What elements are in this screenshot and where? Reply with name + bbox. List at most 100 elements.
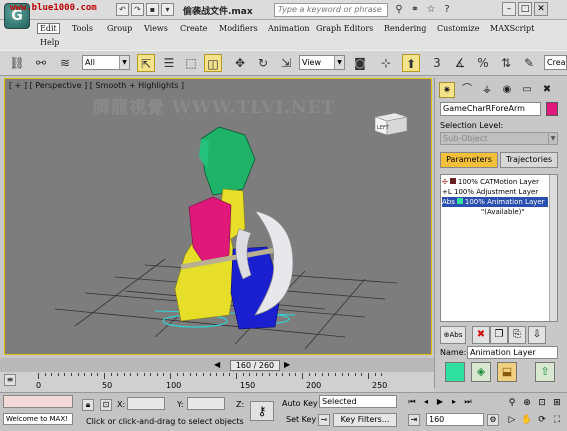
binoculars-icon[interactable]: ⚭ — [408, 3, 422, 17]
link-icon[interactable]: ⛓ — [8, 54, 26, 72]
menu-create[interactable]: Create — [180, 24, 207, 33]
object-color-swatch[interactable] — [546, 102, 558, 116]
rotate-icon[interactable]: ↻ — [254, 54, 272, 72]
zoom-extents-icon[interactable]: ⊡ — [536, 397, 548, 409]
reference-coordinate-dropdown[interactable]: View ▼ — [299, 55, 345, 70]
next-frame-icon[interactable]: ▸ — [448, 396, 460, 408]
move-icon[interactable]: ✥ — [231, 54, 249, 72]
play-icon[interactable]: ▶ — [434, 396, 446, 408]
unlink-icon[interactable]: ⚯ — [32, 54, 50, 72]
lock-selection-icon[interactable]: 🔒︎ — [82, 399, 94, 411]
layer-list[interactable]: ✣ 100% CATMotion Layer +L 100% Adjustment… — [440, 174, 558, 322]
close-button[interactable]: ✕ — [534, 2, 548, 16]
absolute-mode-icon[interactable]: ⊡ — [100, 399, 112, 411]
list-item-selected[interactable]: Abs 100% Animation Layer — [442, 197, 548, 207]
previous-frame-icon[interactable]: ◂ — [420, 396, 432, 408]
maximize-viewport-icon[interactable]: ⛶ — [551, 414, 563, 426]
copy-layer-icon[interactable]: ❐ — [490, 326, 508, 344]
perspective-viewport[interactable]: [ + ] [ Perspective ] [ Smooth + Highlig… — [4, 78, 432, 355]
menu-graph-editors[interactable]: Graph Editors — [316, 24, 373, 33]
sub-object-dropdown[interactable]: Sub-Object ▼ — [440, 132, 558, 145]
rectangular-selection-icon[interactable]: ⬚ — [182, 54, 200, 72]
keyboard-shortcut-override-icon[interactable]: ⬆ — [402, 54, 420, 72]
time-slider-thumb[interactable]: 160 / 260 — [230, 360, 280, 371]
hierarchy-tab-icon[interactable]: ⚶ — [479, 82, 495, 98]
layer-name-input[interactable]: Animation Layer — [467, 346, 558, 359]
menu-modifiers[interactable]: Modifiers — [219, 24, 258, 33]
menu-rendering[interactable]: Rendering — [384, 24, 426, 33]
select-by-name-icon[interactable]: ☰ — [160, 54, 178, 72]
go-to-end-icon[interactable]: ⏭ — [462, 396, 474, 408]
object-name-field[interactable]: GameCharRForeArm — [440, 102, 541, 116]
maxscript-listener[interactable] — [3, 395, 73, 408]
menu-edit[interactable]: Edit — [37, 23, 60, 34]
menu-group[interactable]: Group — [107, 24, 132, 33]
key-mode-toggle-icon[interactable]: ⇥ — [408, 414, 420, 426]
save-clip-icon[interactable]: ⬓ — [497, 362, 517, 382]
list-item[interactable]: "(Available)" — [481, 207, 525, 217]
menu-views[interactable]: Views — [144, 24, 168, 33]
display-tab-icon[interactable]: ▭ — [519, 82, 535, 98]
selection-filter-dropdown[interactable]: All ▼ — [82, 55, 130, 70]
next-frame-icon[interactable]: ▶ — [284, 360, 290, 369]
delete-layer-icon[interactable]: ✖ — [472, 326, 490, 344]
scale-icon[interactable]: ⇲ — [277, 54, 295, 72]
time-slider[interactable]: ◀ 160 / 260 ▶ — [0, 358, 434, 372]
named-selection-set-field[interactable]: Crea — [544, 55, 567, 70]
key-mode-icon[interactable]: ⊸ — [318, 414, 330, 426]
bind-space-warp-icon[interactable]: ≋ — [56, 54, 74, 72]
time-configuration-icon[interactable]: ⚙ — [487, 414, 499, 426]
key-selection-dropdown[interactable]: Selected — [319, 395, 397, 408]
layer-manager-icon[interactable]: ◈ — [471, 362, 491, 382]
utilities-tab-icon[interactable]: ✖ — [539, 82, 555, 98]
edit-named-selection-icon[interactable]: ✎ — [520, 54, 538, 72]
menu-maxscript[interactable]: MAXScript — [490, 24, 534, 33]
menu-animation[interactable]: Animation — [268, 24, 310, 33]
list-item[interactable]: ✣ 100% CATMotion Layer — [442, 177, 539, 187]
help-icon[interactable]: ? — [440, 3, 454, 17]
layer-list-scrollbar[interactable] — [549, 175, 557, 321]
x-coordinate-field[interactable] — [127, 397, 165, 410]
orbit-icon[interactable]: ⟳ — [536, 414, 548, 426]
key-filters-button[interactable]: Key Filters... — [333, 413, 397, 427]
zoom-extents-all-icon[interactable]: ⊞ — [551, 397, 563, 409]
search-input[interactable]: Type a keyword or phrase — [274, 3, 388, 17]
select-object-icon[interactable]: ⇱ — [137, 54, 155, 72]
tab-trajectories[interactable]: Trajectories — [500, 152, 558, 168]
star-icon[interactable]: ☆ — [424, 3, 438, 17]
pivot-center-icon[interactable]: ◙ — [351, 54, 369, 72]
set-key-button[interactable]: Set Key — [286, 415, 316, 424]
modify-tab-icon[interactable]: ⌒ — [459, 82, 475, 98]
tab-parameters[interactable]: Parameters — [440, 152, 498, 168]
field-of-view-icon[interactable]: ▷ — [506, 414, 518, 426]
minimize-button[interactable]: – — [502, 2, 516, 16]
select-and-manipulate-icon[interactable]: ⊹ — [377, 54, 395, 72]
motion-tab-icon[interactable]: ◉ — [499, 82, 515, 98]
zoom-icon[interactable]: ⚲ — [506, 397, 518, 409]
zoom-all-icon[interactable]: ⊕ — [521, 397, 533, 409]
redo-icon[interactable]: ↷ — [131, 3, 144, 16]
collapse-layer-icon[interactable]: ⇩ — [528, 326, 546, 344]
auto-key-button[interactable]: Auto Key — [282, 399, 318, 408]
welcome-message[interactable]: Welcome to MAX! — [3, 413, 73, 425]
list-item[interactable]: +L 100% Adjustment Layer — [442, 187, 538, 197]
load-clip-icon[interactable]: ⇧ — [535, 362, 555, 382]
snaps-toggle-icon[interactable]: 3 — [428, 54, 446, 72]
go-to-start-icon[interactable]: ⏮ — [406, 396, 418, 408]
search-icon[interactable]: ⚲ — [392, 3, 406, 17]
percent-snap-icon[interactable]: % — [474, 54, 492, 72]
maximize-button[interactable]: □ — [518, 2, 532, 16]
track-bar[interactable]: ≡ 0 50 100 150 200 250 — [0, 372, 434, 392]
layer-color-button[interactable] — [445, 362, 465, 382]
window-crossing-icon[interactable]: ◫ — [204, 54, 222, 72]
create-tab-icon[interactable]: ✷ — [439, 82, 455, 98]
pan-icon[interactable]: ✋ — [521, 414, 533, 426]
paste-layer-icon[interactable]: ⎘ — [508, 326, 526, 344]
mini-curve-editor-icon[interactable]: ≡ — [4, 374, 16, 386]
undo-icon[interactable]: ↶ — [116, 3, 129, 16]
angle-snap-icon[interactable]: ∡ — [451, 54, 469, 72]
menu-help[interactable]: Help — [40, 38, 59, 47]
set-key-mode-icon[interactable]: ⚷ — [250, 401, 274, 421]
menu-customize[interactable]: Customize — [437, 24, 480, 33]
spinner-snap-icon[interactable]: ⇅ — [497, 54, 515, 72]
